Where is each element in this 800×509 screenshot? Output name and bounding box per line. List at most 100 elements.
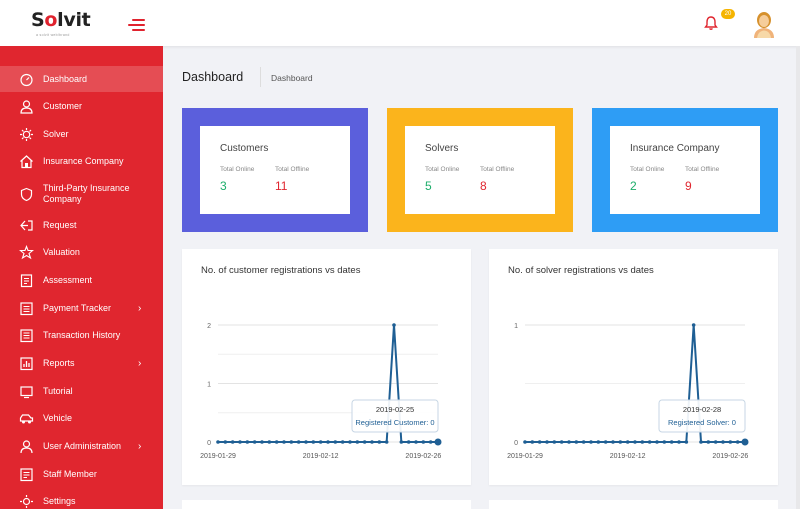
sidebar-item-label: Reports (43, 357, 75, 368)
data-point (581, 440, 586, 444)
data-point (333, 440, 338, 444)
solver-registrations-chart-card: No. of solver registrations vs dates 012… (489, 249, 778, 485)
settings-icon (20, 494, 33, 508)
data-point (434, 438, 442, 446)
bottom-card (182, 500, 471, 509)
data-point (267, 440, 272, 444)
reports-icon (20, 356, 33, 370)
request-icon (20, 219, 33, 231)
data-point (647, 440, 652, 444)
stat-online-value: 2 (630, 179, 637, 193)
sidebar-item-assessment[interactable]: Assessment (0, 267, 163, 293)
chart-tooltip: 2019-02-25 Registered Customer: 0 (351, 399, 439, 433)
breadcrumb[interactable]: Dashboard (271, 73, 313, 83)
sidebar: Dashboard Customer Solver Insurance Comp… (0, 46, 163, 509)
breadcrumb-divider (260, 67, 261, 87)
data-point (640, 440, 645, 444)
user-icon (20, 99, 33, 114)
sidebar-item-label: Vehicle (43, 412, 73, 423)
sidebar-item-label: User Administration (43, 440, 122, 451)
data-point (669, 440, 674, 444)
x-tick-label: 2019-02-26 (712, 453, 748, 460)
sidebar-item-customer[interactable]: Customer (0, 93, 163, 119)
sidebar-item-solver[interactable]: Solver (0, 121, 163, 147)
stat-offline-label: Total Offline (275, 166, 310, 173)
stat-card-solvers: Solvers Total Online Total Offline 5 8 (387, 108, 573, 232)
data-point (216, 440, 220, 444)
stat-online-value: 5 (425, 179, 432, 193)
sidebar-item-valuation[interactable]: Valuation (0, 239, 163, 265)
data-point (552, 440, 557, 444)
menu-toggle-icon[interactable] (128, 19, 145, 31)
sidebar-item-reports[interactable]: Reports › (0, 350, 163, 376)
data-point (713, 440, 718, 444)
data-point (625, 440, 630, 444)
customer-registrations-chart-card: No. of customer registrations vs dates 0… (182, 249, 471, 485)
data-point (421, 440, 426, 444)
chevron-right-icon: › (138, 357, 142, 369)
sidebar-item-label: Solver (43, 128, 69, 139)
data-point (589, 440, 593, 444)
scrollbar[interactable] (796, 46, 800, 509)
shield-icon (20, 187, 33, 201)
x-tick-label: 2019-01-29 (507, 453, 543, 460)
data-point (428, 440, 433, 444)
data-point (603, 440, 608, 444)
sidebar-item-settings[interactable]: Settings (0, 488, 163, 509)
sidebar-item-label: Assessment (43, 274, 93, 285)
logo[interactable]: Solvit (31, 9, 91, 31)
data-point (684, 440, 689, 444)
data-point (677, 440, 681, 444)
sidebar-item-transaction-history[interactable]: Transaction History (0, 322, 163, 348)
data-point (245, 440, 250, 444)
data-point (618, 440, 623, 444)
stat-card-customers: Customers Total Online Total Offline 3 1… (182, 108, 368, 232)
data-point (721, 440, 725, 444)
sidebar-item-staff-member[interactable]: Staff Member (0, 461, 163, 487)
data-point (223, 440, 228, 444)
stat-offline-value: 11 (275, 179, 288, 193)
data-point (318, 440, 323, 444)
bell-icon[interactable] (703, 15, 719, 31)
data-point (559, 440, 564, 444)
avatar[interactable] (750, 8, 778, 38)
data-point (574, 440, 579, 444)
data-point (414, 440, 418, 444)
data-point (326, 440, 330, 444)
sidebar-item-vehicle[interactable]: Vehicle (0, 405, 163, 431)
history-icon (20, 328, 33, 342)
tooltip-date: 2019-02-25 (376, 405, 414, 414)
data-point (596, 440, 601, 444)
data-point (399, 440, 404, 444)
data-point (230, 440, 235, 444)
stat-card-body: Insurance Company Total Online Total Off… (610, 126, 760, 214)
solver-registrations-chart[interactable]: 0 1 2019-01-29 2019-02-12 2019-02-26 2019-02-… (489, 249, 778, 485)
sidebar-item-label: Insurance Company (43, 155, 124, 166)
sidebar-item-user-administration[interactable]: User Administration › (0, 433, 163, 459)
stat-card-body: Solvers Total Online Total Offline 5 8 (405, 126, 555, 214)
sidebar-item-insurance-company[interactable]: Insurance Company (0, 148, 163, 174)
gear-icon (20, 127, 33, 141)
sidebar-item-request[interactable]: Request (0, 212, 163, 238)
sidebar-item-third-party-insurance[interactable]: Third-Party Insurance Company (0, 179, 163, 209)
data-point (706, 440, 711, 444)
data-point (260, 440, 264, 444)
payment-icon (20, 301, 33, 315)
logo-tagline: a solvit web/brand (36, 33, 70, 37)
brand: Solvit a solvit web/brand (0, 0, 163, 46)
customer-registrations-chart[interactable]: 0 1 2 2019-01-29 2019-02-12 2019-02-26 2019-02… (182, 249, 471, 485)
y-tick-label: 0 (207, 440, 211, 447)
stat-online-value: 3 (220, 179, 227, 193)
sidebar-item-label: Staff Member (43, 468, 97, 479)
sidebar-item-label: Payment Tracker (43, 302, 112, 313)
data-point (523, 440, 527, 444)
sidebar-item-tutorial[interactable]: Tutorial (0, 378, 163, 404)
sidebar-item-label: Dashboard (43, 73, 88, 84)
stat-offline-label: Total Offline (685, 166, 720, 173)
chart-tooltip: 2019-02-28 Registered Solver: 0 (658, 399, 746, 433)
data-point (370, 440, 374, 444)
data-point (252, 440, 257, 444)
data-point (340, 440, 345, 444)
sidebar-item-dashboard[interactable]: Dashboard (0, 66, 163, 92)
sidebar-item-payment-tracker[interactable]: Payment Tracker › (0, 295, 163, 321)
